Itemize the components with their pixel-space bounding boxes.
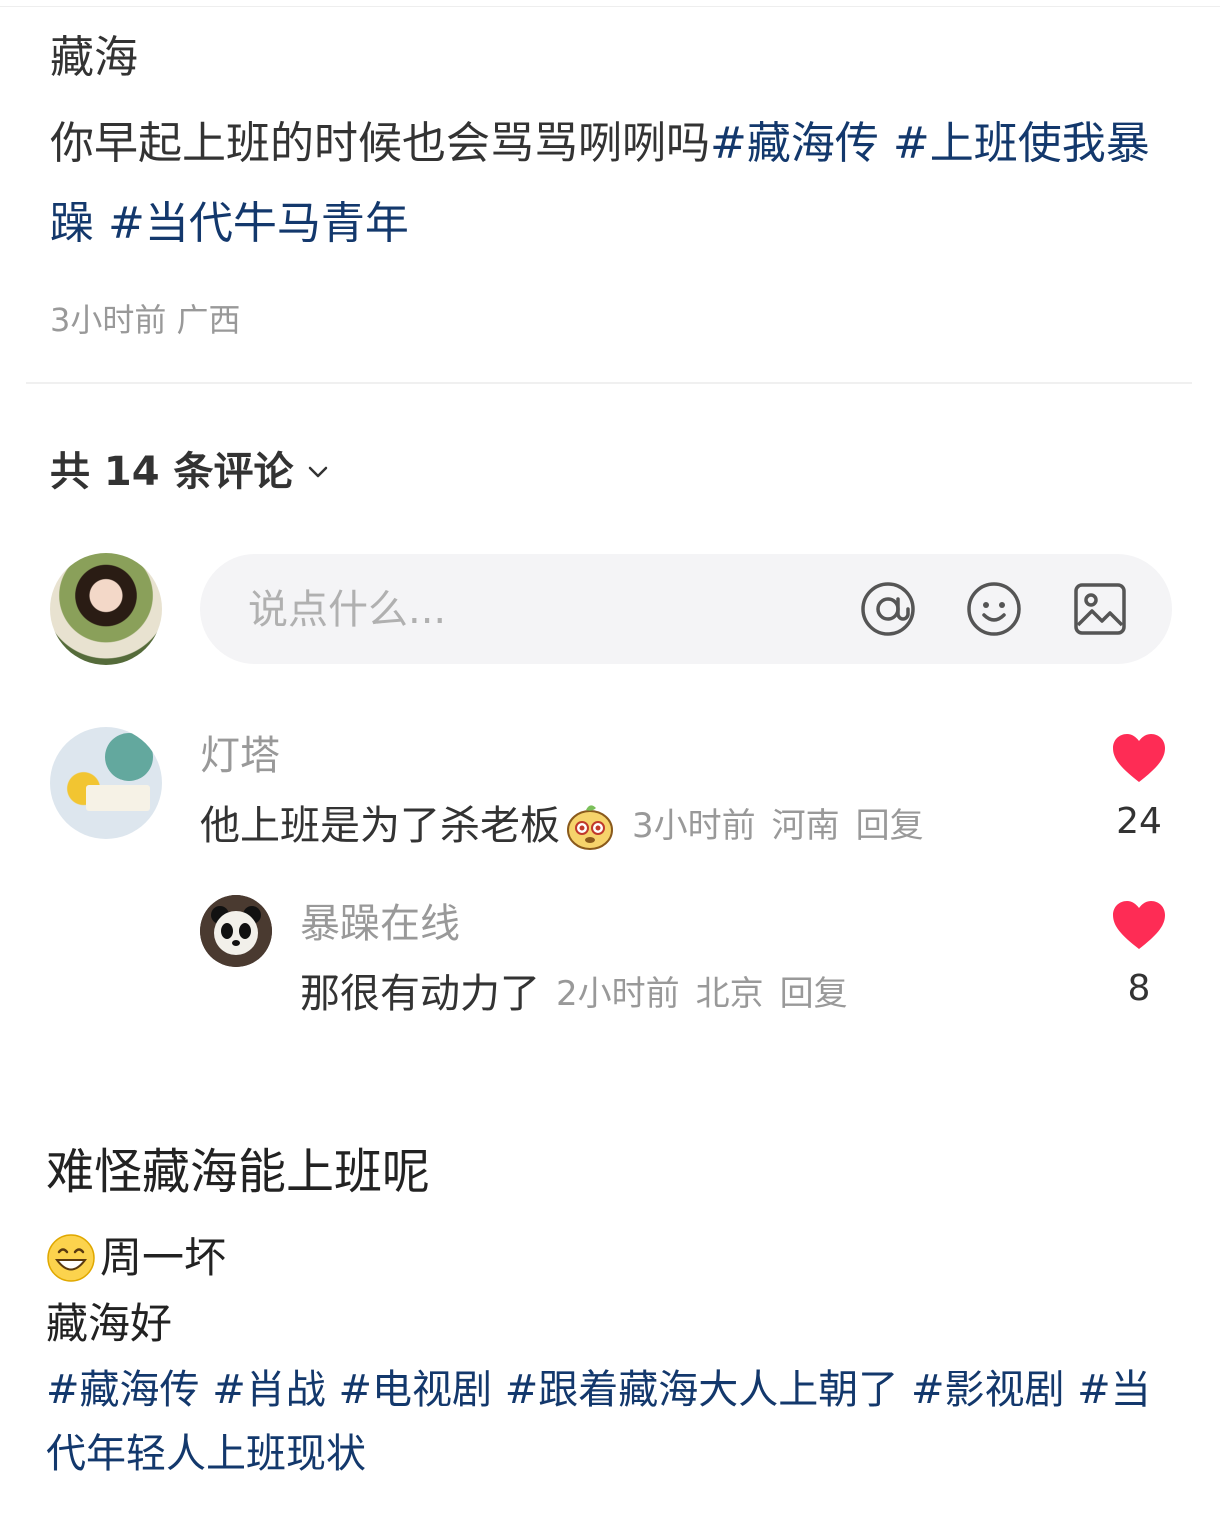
grinning-emoji-icon bbox=[47, 1234, 95, 1282]
post-location: 广西 bbox=[176, 301, 241, 339]
post-title: 藏海 bbox=[50, 32, 138, 83]
hashtag-link[interactable]: #电视剧 bbox=[338, 1367, 492, 1413]
hashtag-link[interactable]: #藏海传 bbox=[710, 118, 879, 169]
comment-location: 河南 bbox=[771, 806, 840, 846]
chevron-down-icon bbox=[308, 466, 327, 478]
current-user-avatar[interactable] bbox=[50, 553, 162, 665]
hashtag-link[interactable]: #影视剧 bbox=[911, 1367, 1065, 1413]
at-icon[interactable] bbox=[860, 581, 916, 637]
comment-time: 3小时前 bbox=[632, 806, 756, 846]
hashtag-link[interactable]: #跟着藏海大人上朝了 bbox=[505, 1367, 899, 1413]
heart-icon[interactable] bbox=[1111, 732, 1167, 784]
heart-icon[interactable] bbox=[1111, 899, 1167, 951]
emoji-icon[interactable] bbox=[966, 581, 1022, 637]
next-post-line: 藏海好 bbox=[46, 1294, 172, 1354]
cartoon-sticker-icon bbox=[567, 805, 613, 850]
like-count: 8 bbox=[1127, 968, 1151, 1009]
like-count: 24 bbox=[1116, 801, 1162, 842]
image-icon[interactable] bbox=[1072, 581, 1128, 637]
comment-text-row: 他上班是为了杀老板 3小时前 河南 回复 bbox=[200, 798, 924, 854]
comment-text: 他上班是为了杀老板 bbox=[200, 803, 560, 849]
top-divider bbox=[0, 6, 1220, 7]
post-time: 3小时前 bbox=[50, 301, 167, 339]
reply-location: 北京 bbox=[695, 974, 764, 1014]
reply-avatar[interactable] bbox=[200, 895, 272, 967]
next-post-title: 难怪藏海能上班呢 bbox=[46, 1144, 431, 1200]
next-post-hashtags: #藏海传 #肖战 #电视剧 #跟着藏海大人上朝了 #影视剧 #当代年轻人上班现状 bbox=[46, 1358, 1186, 1486]
like-button[interactable]: 8 bbox=[1111, 899, 1167, 1011]
reply-text-row: 那很有动力了 2小时前 北京 回复 bbox=[300, 966, 848, 1022]
post-body-text: 你早起上班的时候也会骂骂咧咧吗 bbox=[50, 118, 710, 169]
reply-text: 那很有动力了 bbox=[300, 971, 540, 1017]
hashtag-link[interactable]: #藏海传 bbox=[46, 1367, 200, 1413]
reply-button[interactable]: 回复 bbox=[780, 966, 848, 1022]
next-post-line-text: 周一坏 bbox=[100, 1233, 227, 1282]
next-post-line: 周一坏 bbox=[46, 1228, 226, 1288]
reply-button[interactable]: 回复 bbox=[856, 798, 924, 854]
commenter-username[interactable]: 灯塔 bbox=[200, 730, 280, 782]
hashtag-link[interactable]: #当代牛马青年 bbox=[108, 198, 409, 249]
next-post-line-text: 藏海好 bbox=[46, 1299, 173, 1348]
comment-count-toggle[interactable]: 共 14 条评论 bbox=[50, 446, 332, 498]
panda-avatar-image bbox=[200, 895, 272, 967]
like-button[interactable]: 24 bbox=[1111, 732, 1167, 844]
comment-count-label: 共 14 条评论 bbox=[50, 449, 294, 495]
hashtag-link[interactable]: #肖战 bbox=[212, 1367, 326, 1413]
comment-input-placeholder[interactable]: 说点什么... bbox=[248, 584, 446, 636]
avatar-decoration bbox=[86, 785, 150, 811]
post-description: 你早起上班的时候也会骂骂咧咧吗#藏海传 #上班使我暴躁 #当代牛马青年 bbox=[50, 104, 1180, 264]
commenter-avatar[interactable] bbox=[50, 727, 162, 839]
section-divider bbox=[26, 382, 1192, 384]
reply-username[interactable]: 暴躁在线 bbox=[300, 898, 460, 950]
post-meta: 3小时前 广西 bbox=[50, 298, 241, 342]
comment-input-box[interactable]: 说点什么... bbox=[200, 554, 1172, 664]
avatar-decoration bbox=[105, 733, 153, 781]
reply-time: 2小时前 bbox=[556, 974, 680, 1014]
